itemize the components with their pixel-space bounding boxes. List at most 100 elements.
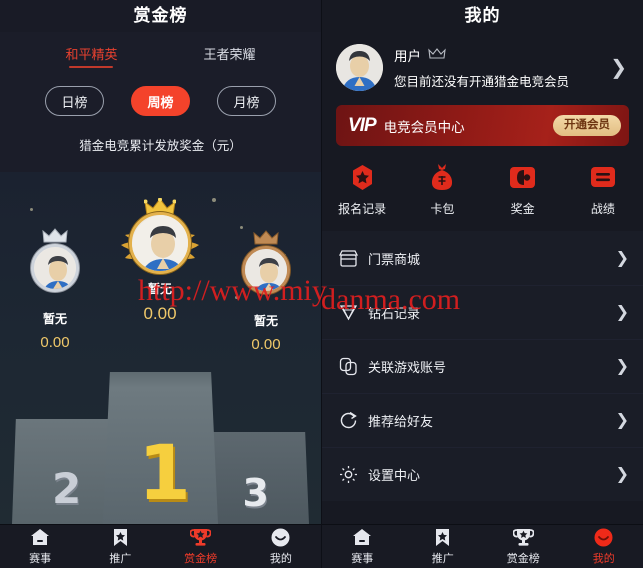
- quick-action-label: 奖金: [510, 202, 535, 216]
- quick-action-card-pack[interactable]: 卡包: [402, 162, 482, 217]
- tab-promotion[interactable]: 推广: [80, 528, 160, 566]
- page-title-bounty: 赏金榜: [0, 0, 321, 32]
- menu-row-label: 钻石记录: [368, 306, 421, 321]
- chevron-right-icon[interactable]: ❯: [610, 58, 627, 78]
- badge-star-icon: [322, 162, 402, 192]
- tab-bounty[interactable]: 赏金榜: [161, 528, 241, 566]
- game-tab-pubg-label: 和平精英: [65, 47, 118, 62]
- avatar: [31, 244, 79, 292]
- quick-action-records[interactable]: 战绩: [563, 162, 643, 217]
- tab-bounty-label: 赏金榜: [506, 552, 540, 565]
- vip-logo: VIP: [348, 115, 377, 136]
- home-icon: [322, 528, 403, 547]
- winner-card-second[interactable]: 暂无 0.00: [0, 228, 110, 351]
- quick-action-signup-records[interactable]: 报名记录: [322, 162, 402, 217]
- menu-row-label: 设置中心: [368, 468, 421, 483]
- avatar: [129, 212, 191, 274]
- bookmark-star-icon: [403, 528, 484, 547]
- tab-events-label: 赛事: [351, 552, 374, 565]
- winner-card-first[interactable]: 暂无 0.00: [105, 197, 215, 324]
- menu-row-label: 关联游戏账号: [368, 360, 447, 375]
- vip-banner[interactable]: VIP 电竞会员中心 开通会员: [336, 105, 629, 146]
- bottom-tabbar-left: 赛事 推广 赏金榜 我的: [0, 524, 321, 568]
- trophy-icon: [161, 528, 241, 547]
- diamond-icon: [338, 303, 358, 323]
- menu-row-recommend-friends[interactable]: 推荐给好友 ❯: [322, 393, 643, 447]
- menu-row-label: 门票商城: [368, 252, 421, 267]
- chevron-right-icon[interactable]: ❯: [616, 304, 629, 321]
- winner-name: 暂无: [253, 314, 278, 328]
- tab-promotion-label: 推广: [431, 552, 454, 565]
- open-membership-button[interactable]: 开通会员: [553, 114, 621, 137]
- menu-row-link-game-account[interactable]: 关联游戏账号 ❯: [322, 339, 643, 393]
- money-bag-icon: [402, 162, 482, 192]
- podium-number-1: 1: [138, 428, 191, 517]
- menu-row-settings[interactable]: 设置中心 ❯: [322, 447, 643, 501]
- period-pill-monthly[interactable]: 月榜: [217, 86, 276, 116]
- tab-mine-label: 我的: [269, 552, 292, 565]
- winner-card-third[interactable]: 暂无 0.00: [211, 230, 321, 353]
- podium-number-2: 2: [52, 464, 82, 513]
- chevron-right-icon[interactable]: ❯: [616, 358, 629, 375]
- tab-events-label: 赛事: [29, 552, 52, 565]
- quick-action-label: 卡包: [430, 202, 455, 216]
- winner-avatar-wrap: [211, 230, 321, 310]
- gear-icon: [338, 465, 358, 485]
- avatar: [242, 246, 290, 294]
- crown-icon: [428, 46, 446, 64]
- vip-banner-text: 电竞会员中心: [383, 119, 465, 135]
- game-tab-honor-label: 王者荣耀: [203, 47, 256, 62]
- game-tab-honor[interactable]: 王者荣耀: [204, 44, 256, 68]
- winner-name: 暂无: [147, 282, 172, 296]
- podium-number-3: 3: [242, 471, 269, 515]
- tab-mine-label: 我的: [592, 552, 615, 565]
- podium-blocks: 2 3 1: [0, 372, 321, 524]
- tab-bounty[interactable]: 赏金榜: [483, 528, 564, 566]
- winner-name: 暂无: [42, 312, 67, 326]
- wallet-icon: [483, 162, 563, 192]
- tab-events[interactable]: 赛事: [0, 528, 80, 566]
- chevron-right-icon[interactable]: ❯: [616, 412, 629, 429]
- winner-score: 0.00: [251, 336, 281, 353]
- bounty-subtitle: 猎金电竞累计发放奖金（元）: [79, 139, 242, 153]
- page-title-mine: 我的: [322, 0, 643, 32]
- bounty-board-panel: 赏金榜 和平精英 王者荣耀 日榜 周榜 月榜 猎金电竞累计发放奖金（元） 2 3…: [0, 0, 321, 568]
- shop-icon: [338, 249, 358, 269]
- avatar: [336, 44, 383, 91]
- link-accounts-icon: [338, 357, 358, 377]
- tab-events[interactable]: 赛事: [322, 528, 403, 566]
- bookmark-star-icon: [80, 528, 160, 547]
- quick-action-label: 战绩: [590, 202, 615, 216]
- profile-header[interactable]: 用户 您目前还没有开通猎金电竞会员 ❯: [322, 32, 643, 105]
- smiley-icon: [564, 528, 643, 547]
- menu-row-ticket-shop[interactable]: 门票商城 ❯: [322, 231, 643, 285]
- winner-avatar-wrap: [0, 228, 110, 308]
- home-icon: [0, 528, 80, 547]
- period-pill-daily[interactable]: 日榜: [45, 86, 104, 116]
- menu-row-label: 推荐给好友: [368, 414, 434, 429]
- profile-username: 用户: [394, 49, 421, 64]
- menu-row-diamond-records[interactable]: 钻石记录 ❯: [322, 285, 643, 339]
- tab-mine[interactable]: 我的: [564, 528, 643, 566]
- tab-bounty-label: 赏金榜: [184, 552, 218, 565]
- period-pill-weekly[interactable]: 周榜: [131, 86, 190, 116]
- profile-name-line: 用户: [394, 45, 599, 65]
- chevron-right-icon[interactable]: ❯: [616, 250, 629, 267]
- winners-group: 暂无 0.00 暂无 0.00 暂无 0.00: [0, 186, 321, 353]
- share-refresh-icon: [338, 411, 358, 431]
- tab-mine[interactable]: 我的: [241, 528, 321, 566]
- game-tab-group: 和平精英 王者荣耀: [0, 32, 321, 68]
- winner-avatar-wrap: [105, 197, 215, 278]
- tab-promotion[interactable]: 推广: [403, 528, 484, 566]
- period-filter-group: 日榜 周榜 月榜: [0, 86, 321, 116]
- quick-actions-grid: 报名记录 卡包 奖金 战绩: [322, 146, 643, 231]
- winner-score: 0.00: [143, 304, 177, 323]
- profile-subtitle: 您目前还没有开通猎金电竞会员: [394, 75, 570, 89]
- list-icon: [563, 162, 643, 192]
- tab-promotion-label: 推广: [109, 552, 132, 565]
- quick-action-label: 报名记录: [338, 202, 387, 216]
- chevron-right-icon[interactable]: ❯: [616, 466, 629, 483]
- quick-action-prize[interactable]: 奖金: [483, 162, 563, 217]
- game-tab-pubg[interactable]: 和平精英: [65, 44, 117, 68]
- app-screen: 赏金榜 和平精英 王者荣耀 日榜 周榜 月榜 猎金电竞累计发放奖金（元） 2 3…: [0, 0, 643, 568]
